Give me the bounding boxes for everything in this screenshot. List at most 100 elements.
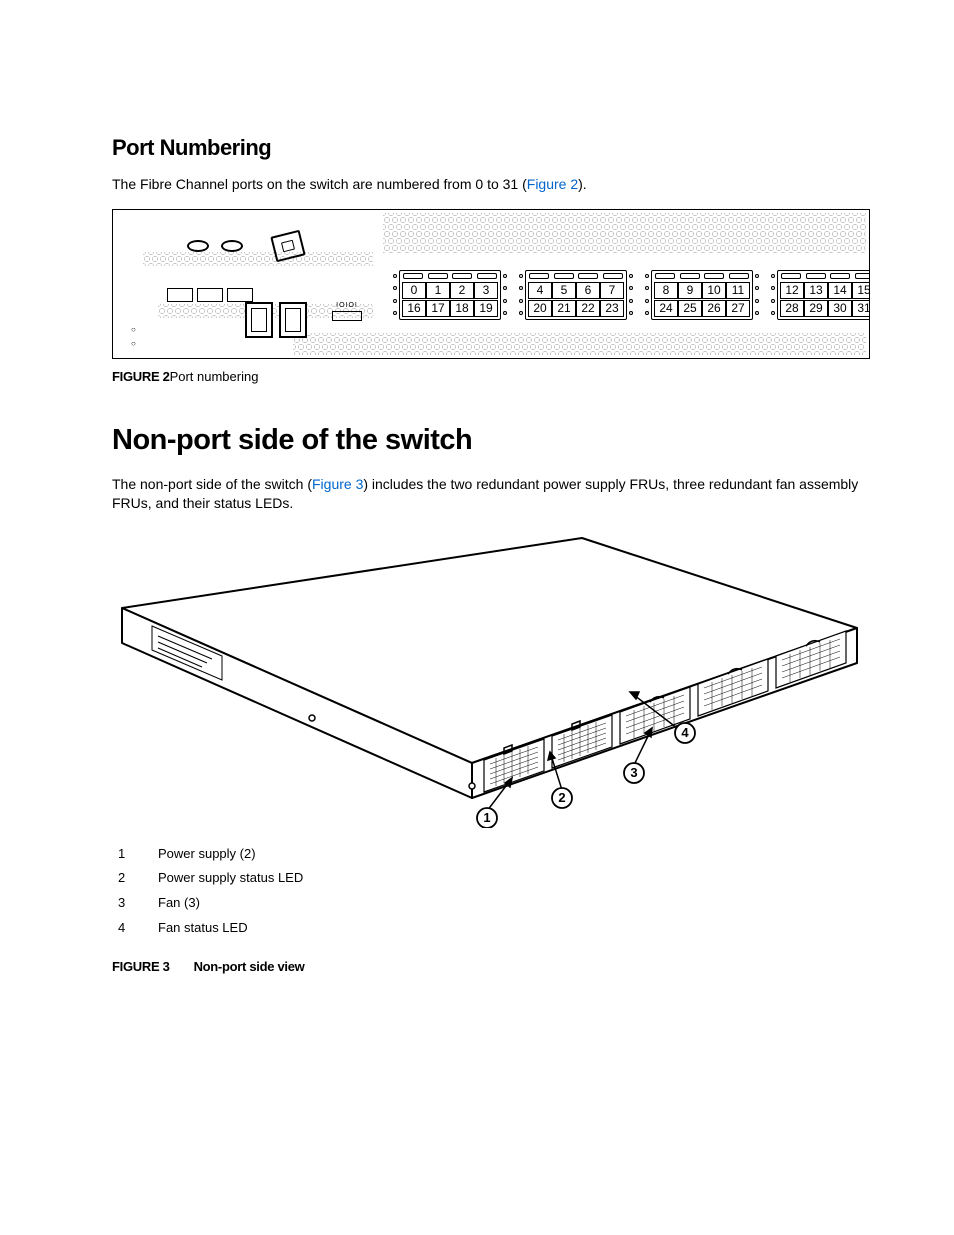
module-slot [227,288,253,302]
callout-2: 2 [558,790,565,805]
heading-port-numbering: Port Numbering [112,135,864,161]
heading-non-port-side: Non-port side of the switch [112,424,864,457]
port-number: 29 [804,300,828,317]
port-number: 19 [474,300,498,317]
legend-row: 2Power supply status LED [112,866,864,891]
port-led-icon [655,273,675,279]
port-number: 0 [402,282,426,299]
port-led-icon [704,273,724,279]
text: The Fibre Channel ports on the switch ar… [112,176,527,192]
sd-slot-icon [270,229,305,261]
legend-number: 4 [112,916,158,941]
link-figure-2[interactable]: Figure 2 [527,176,578,192]
port-number: 12 [780,282,804,299]
usb-label: IOIOI [336,302,358,309]
para-non-port-side: The non-port side of the switch (Figure … [112,475,864,514]
figure-2-caption: FIGURE 2Port numbering [112,369,864,384]
port-number: 20 [528,300,552,317]
port-led-icon [529,273,549,279]
port-led-icon [729,273,749,279]
port-number: 28 [780,300,804,317]
para-port-numbering: The Fibre Channel ports on the switch ar… [112,175,864,195]
port-number: 26 [702,300,726,317]
legend-text: Power supply status LED [158,866,303,891]
figure-3-diagram: 1 2 3 4 [112,528,870,828]
port-led-icon [806,273,826,279]
port-led-icon [855,273,870,279]
port-number: 8 [654,282,678,299]
port-number: 2 [450,282,474,299]
figure-3-caption: FIGURE 3 Non-port side view [112,959,864,974]
legend-row: 3Fan (3) [112,891,864,916]
port-group: 0123 16171819 [399,270,501,320]
port-number: 15 [852,282,870,299]
port-led-icon [403,273,423,279]
port-groups: 0123161718194567202122238910112425262712… [391,270,870,320]
port-number: 22 [576,300,600,317]
port-number: 25 [678,300,702,317]
figure-caption-text: Port numbering [170,369,259,384]
port-number: 3 [474,282,498,299]
port-number: 13 [804,282,828,299]
module-slot [197,288,223,302]
link-figure-3[interactable]: Figure 3 [312,476,363,492]
port-number: 31 [852,300,870,317]
serial-port-icon [279,302,307,338]
figure-caption-text: Non-port side view [194,959,305,974]
port-number: 10 [702,282,726,299]
module-slot [167,288,193,302]
legend-text: Fan (3) [158,891,200,916]
port-number: 1 [426,282,450,299]
ethernet-port-icon [245,302,273,338]
callout-4: 4 [681,725,689,740]
vent-pattern [383,213,866,253]
legend-number: 2 [112,866,158,891]
port-number: 23 [600,300,624,317]
legend-row: 1Power supply (2) [112,842,864,867]
port-led-icon [578,273,598,279]
port-number: 7 [600,282,624,299]
port-number: 14 [828,282,852,299]
usb-port-icon [332,311,362,321]
status-led-icon [221,240,243,252]
port-led-icon [452,273,472,279]
port-led-icon [554,273,574,279]
legend-number: 3 [112,891,158,916]
legend-text: Power supply (2) [158,842,256,867]
port-led-icon [477,273,497,279]
port-group: 12131415 28293031 [777,270,870,320]
port-group: 891011 24252627 [651,270,753,320]
port-number: 4 [528,282,552,299]
port-led-icon [603,273,623,279]
port-number: 6 [576,282,600,299]
legend-row: 4Fan status LED [112,916,864,941]
vent-pattern [293,333,866,355]
text: The non-port side of the switch ( [112,476,312,492]
port-led-icon [428,273,448,279]
figure-label: FIGURE 3 [112,959,170,974]
port-number: 17 [426,300,450,317]
status-led-icon [187,240,209,252]
port-number: 5 [552,282,576,299]
port-group: 4567 20212223 [525,270,627,320]
port-number: 11 [726,282,750,299]
legend-number: 1 [112,842,158,867]
port-led-icon [830,273,850,279]
port-number: 16 [402,300,426,317]
port-led-icon [781,273,801,279]
port-number: 27 [726,300,750,317]
callout-3: 3 [630,765,637,780]
port-number: 24 [654,300,678,317]
figure-2-diagram: IOIOI 0123161718194567202122238910112425… [112,209,870,359]
text: ). [578,176,587,192]
legend-text: Fan status LED [158,916,248,941]
port-number: 9 [678,282,702,299]
port-number: 30 [828,300,852,317]
figure-3-legend: 1Power supply (2)2Power supply status LE… [112,842,864,941]
port-led-icon [680,273,700,279]
port-number: 21 [552,300,576,317]
port-number: 18 [450,300,474,317]
figure-label: FIGURE 2 [112,369,170,384]
indicator-dots [131,326,136,348]
management-module: IOIOI [137,232,377,332]
